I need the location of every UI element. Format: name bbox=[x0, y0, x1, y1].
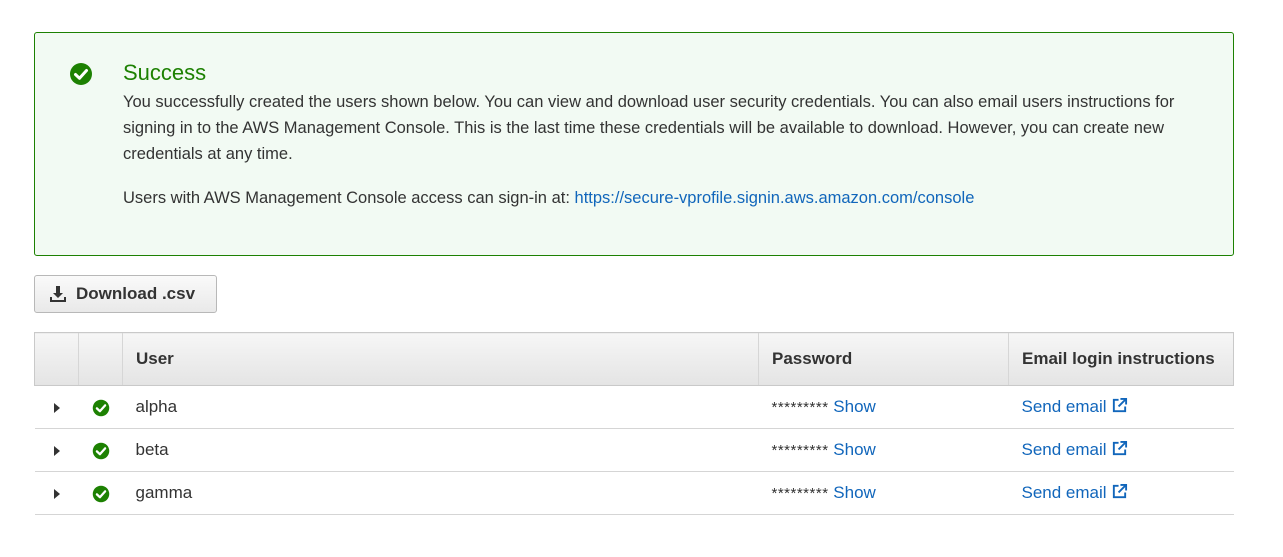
user-name: gamma bbox=[122, 471, 759, 515]
expand-cell bbox=[34, 428, 79, 472]
email-cell: Send email bbox=[1008, 428, 1234, 472]
password-cell: ********* Show bbox=[758, 428, 1009, 472]
password-cell: ********* Show bbox=[758, 385, 1009, 429]
status-cell bbox=[78, 471, 123, 515]
users-table: User Password Email login instructions a… bbox=[34, 332, 1234, 515]
password-column-header[interactable]: Password bbox=[758, 332, 1009, 386]
send-email-link[interactable]: Send email bbox=[1022, 397, 1128, 416]
check-circle-icon bbox=[92, 442, 109, 459]
download-icon bbox=[50, 286, 66, 302]
send-email-link[interactable]: Send email bbox=[1022, 440, 1128, 459]
send-email-link[interactable]: Send email bbox=[1022, 483, 1128, 502]
check-circle-icon bbox=[92, 485, 109, 502]
table-header-row: User Password Email login instructions bbox=[34, 332, 1234, 386]
download-csv-label: Download .csv bbox=[76, 284, 196, 303]
password-mask: ********* bbox=[771, 399, 829, 416]
password-mask: ********* bbox=[771, 442, 829, 459]
status-column-header bbox=[78, 332, 123, 386]
send-email-label: Send email bbox=[1021, 397, 1107, 416]
status-cell bbox=[78, 428, 123, 472]
external-link-icon bbox=[1112, 483, 1127, 499]
table-row: alpha ********* Show Send email bbox=[34, 385, 1234, 429]
expand-column-header bbox=[34, 332, 79, 386]
user-name: beta bbox=[122, 428, 759, 472]
show-password-link[interactable]: Show bbox=[833, 397, 876, 416]
status-cell bbox=[78, 385, 123, 429]
user-column-header[interactable]: User bbox=[122, 332, 759, 386]
check-circle-icon bbox=[92, 399, 109, 416]
console-signin-link[interactable]: https://secure-vprofile.signin.aws.amazo… bbox=[575, 189, 975, 207]
table-row: gamma ********* Show Send email bbox=[34, 471, 1234, 515]
download-csv-button[interactable]: Download .csv bbox=[34, 275, 217, 313]
alert-title: Success bbox=[123, 60, 207, 85]
email-column-header[interactable]: Email login instructions bbox=[1008, 332, 1234, 386]
check-circle-icon bbox=[70, 63, 92, 85]
expand-row-icon[interactable] bbox=[53, 488, 60, 499]
show-password-link[interactable]: Show bbox=[833, 483, 876, 502]
success-alert: Success You successfully created the use… bbox=[34, 32, 1234, 256]
password-mask: ********* bbox=[771, 485, 829, 502]
alert-message: You successfully created the users shown… bbox=[123, 93, 1175, 163]
password-cell: ********* Show bbox=[758, 471, 1009, 515]
external-link-icon bbox=[1112, 397, 1127, 413]
send-email-label: Send email bbox=[1021, 483, 1107, 502]
expand-row-icon[interactable] bbox=[53, 402, 60, 413]
show-password-link[interactable]: Show bbox=[833, 440, 876, 459]
expand-cell bbox=[34, 385, 79, 429]
table-row: beta ********* Show Send email bbox=[34, 428, 1234, 472]
email-cell: Send email bbox=[1008, 385, 1234, 429]
email-cell: Send email bbox=[1008, 471, 1234, 515]
send-email-label: Send email bbox=[1021, 440, 1107, 459]
user-name: alpha bbox=[122, 385, 759, 429]
expand-cell bbox=[34, 471, 79, 515]
signin-prefix: Users with AWS Management Console access… bbox=[123, 189, 575, 207]
external-link-icon bbox=[1112, 440, 1127, 456]
signin-info: Users with AWS Management Console access… bbox=[123, 185, 1213, 211]
expand-row-icon[interactable] bbox=[53, 445, 60, 456]
